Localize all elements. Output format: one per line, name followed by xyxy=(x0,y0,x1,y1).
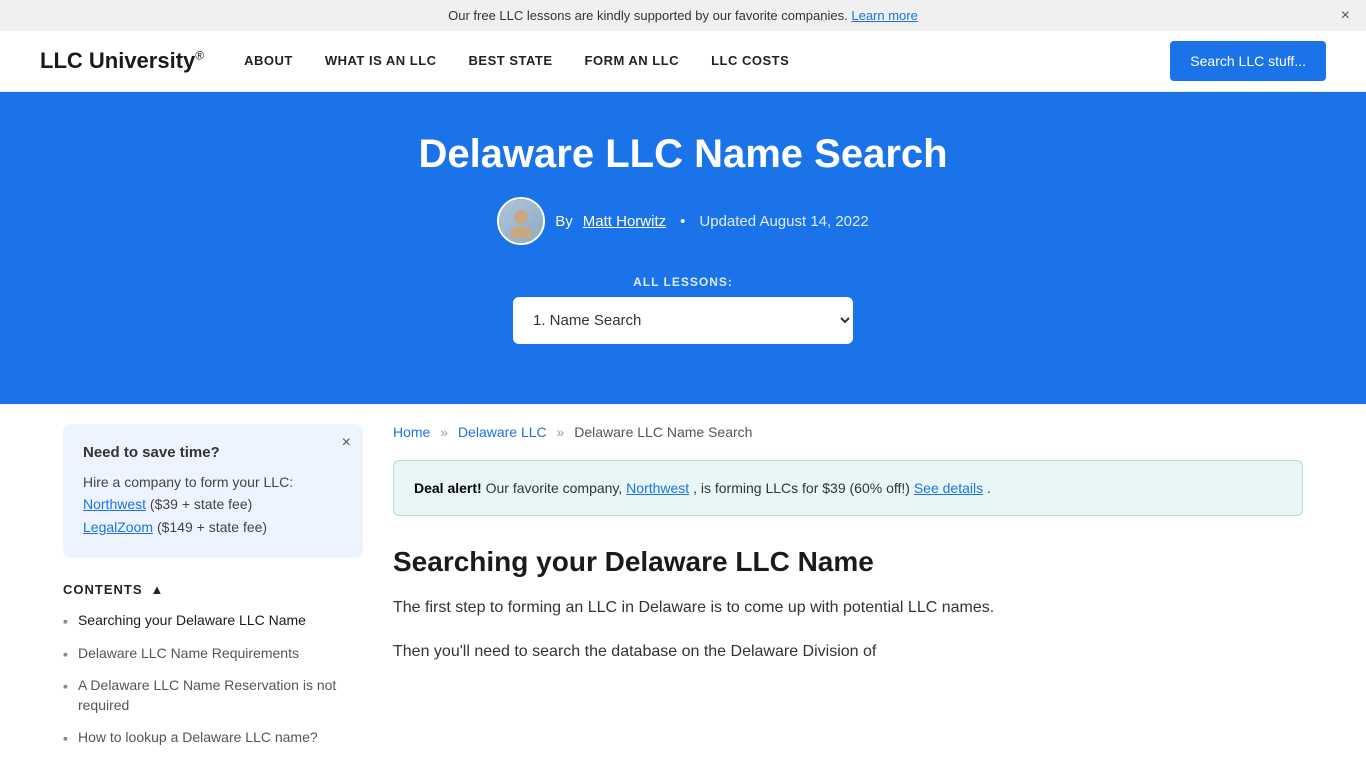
article-content: Home » Delaware LLC » Delaware LLC Name … xyxy=(393,424,1303,760)
save-time-title: Need to save time? xyxy=(83,444,343,461)
deal-alert-period: . xyxy=(987,480,991,496)
nav-about[interactable]: ABOUT xyxy=(244,53,293,70)
sidebar: × Need to save time? Hire a company to f… xyxy=(63,424,363,760)
page-title: Delaware LLC Name Search xyxy=(20,132,1346,177)
contents-item-1[interactable]: Searching your Delaware LLC Name xyxy=(63,611,363,632)
separator: • xyxy=(680,213,685,230)
contents-item-4[interactable]: How to lookup a Delaware LLC name? xyxy=(63,728,363,749)
breadcrumb-sep-1: » xyxy=(440,424,448,440)
article-para-1: The first step to forming an LLC in Dela… xyxy=(393,594,1303,622)
contents-list: Searching your Delaware LLC Name Delawar… xyxy=(63,611,363,748)
breadcrumb-current: Delaware LLC Name Search xyxy=(574,424,752,440)
breadcrumb: Home » Delaware LLC » Delaware LLC Name … xyxy=(393,424,1303,440)
site-header: LLC University® ABOUT WHAT IS AN LLC BES… xyxy=(0,31,1366,92)
save-time-close-button[interactable]: × xyxy=(342,434,351,452)
hero-section: Delaware LLC Name Search By Matt Horwitz… xyxy=(0,92,1366,404)
northwest-detail: ($39 + state fee) xyxy=(150,496,252,512)
deal-alert-northwest-link[interactable]: Northwest xyxy=(626,480,689,496)
northwest-link[interactable]: Northwest xyxy=(83,496,146,512)
banner-text: Our free LLC lessons are kindly supporte… xyxy=(448,8,848,23)
legalzoom-link[interactable]: LegalZoom xyxy=(83,519,153,535)
article-para-2: Then you'll need to search the database … xyxy=(393,638,1303,666)
avatar xyxy=(497,197,545,245)
breadcrumb-sep-2: » xyxy=(557,424,565,440)
main-nav: ABOUT WHAT IS AN LLC BEST STATE FORM AN … xyxy=(244,53,1170,70)
deal-alert-see-details-link[interactable]: See details xyxy=(914,480,983,496)
contents-item-2[interactable]: Delaware LLC Name Requirements xyxy=(63,644,363,665)
site-logo[interactable]: LLC University® xyxy=(40,48,204,74)
updated-date: Updated August 14, 2022 xyxy=(699,213,868,230)
top-banner: Our free LLC lessons are kindly supporte… xyxy=(0,0,1366,31)
save-time-box: × Need to save time? Hire a company to f… xyxy=(63,424,363,558)
main-content: × Need to save time? Hire a company to f… xyxy=(33,404,1333,780)
deal-alert-text: Our favorite company, xyxy=(486,480,623,496)
all-lessons-label: ALL LESSONS: xyxy=(20,275,1346,289)
deal-alert-box: Deal alert! Our favorite company, Northw… xyxy=(393,460,1303,516)
learn-more-link[interactable]: Learn more xyxy=(851,8,917,23)
nav-what-is-llc[interactable]: WHAT IS AN LLC xyxy=(325,53,437,70)
breadcrumb-delaware-llc[interactable]: Delaware LLC xyxy=(458,424,547,440)
lessons-dropdown[interactable]: 1. Name Search 2. Registered Agent 3. Ce… xyxy=(513,297,853,344)
nav-llc-costs[interactable]: LLC COSTS xyxy=(711,53,789,70)
nav-best-state[interactable]: BEST STATE xyxy=(469,53,553,70)
author-prefix: By xyxy=(555,213,573,230)
author-link[interactable]: Matt Horwitz xyxy=(583,213,666,230)
deal-alert-after-company: , is forming LLCs for $39 (60% off!) xyxy=(693,480,910,496)
search-button[interactable]: Search LLC stuff... xyxy=(1170,41,1326,81)
breadcrumb-home[interactable]: Home xyxy=(393,424,430,440)
nav-form-llc[interactable]: FORM AN LLC xyxy=(585,53,680,70)
banner-close-button[interactable]: × xyxy=(1341,7,1350,25)
save-time-text: Hire a company to form your LLC: Northwe… xyxy=(83,471,343,538)
contents-label: CONTENTS xyxy=(63,582,143,597)
author-line: By Matt Horwitz • Updated August 14, 202… xyxy=(20,197,1346,245)
legalzoom-detail: ($149 + state fee) xyxy=(157,519,267,535)
article-heading: Searching your Delaware LLC Name xyxy=(393,546,1303,578)
contents-toggle[interactable]: CONTENTS ▲ xyxy=(63,582,363,597)
contents-box: CONTENTS ▲ Searching your Delaware LLC N… xyxy=(63,582,363,748)
deal-alert-label: Deal alert! xyxy=(414,480,482,496)
contents-item-3[interactable]: A Delaware LLC Name Reservation is not r… xyxy=(63,676,363,715)
contents-toggle-icon: ▲ xyxy=(151,582,165,597)
